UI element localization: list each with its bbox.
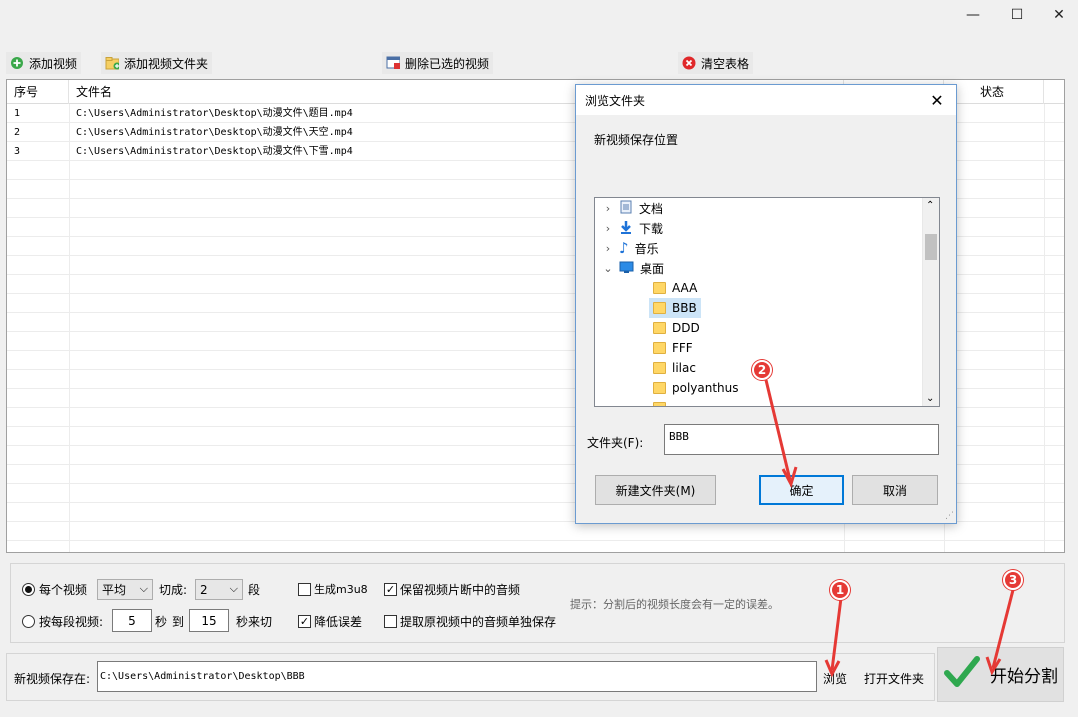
step-marker-2: 2: [752, 360, 772, 380]
annotation-arrows: [764, 379, 1015, 678]
step-marker-1: 1: [830, 580, 850, 600]
step-marker-3: 3: [1003, 570, 1023, 590]
